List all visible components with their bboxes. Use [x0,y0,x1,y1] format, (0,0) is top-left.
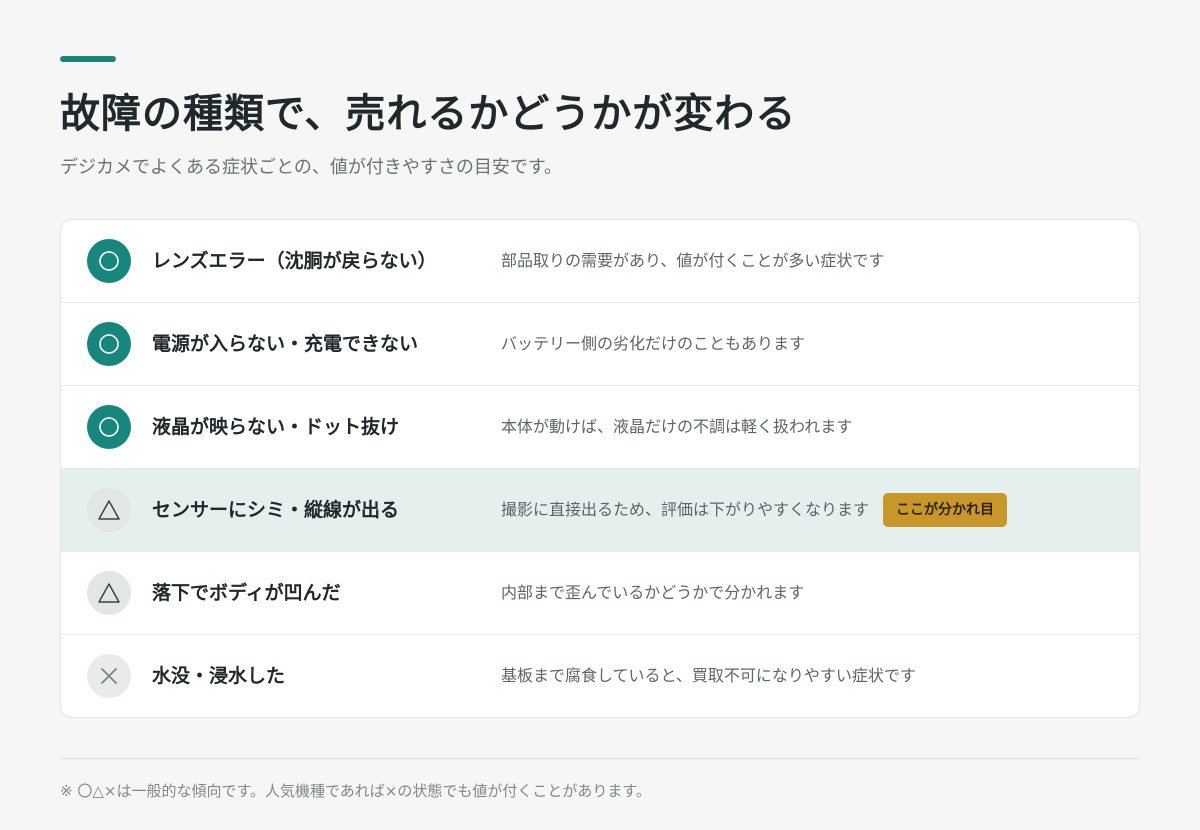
symptom-note: バッテリー側の劣化だけのこともあります [501,334,806,353]
symptom-note-group: 部品取りの需要があり、値が付くことが多い症状です [501,244,884,278]
triangle-icon [98,583,120,603]
page-subtitle: デジカメでよくある症状ごとの、値が付きやすさの目安です。 [60,157,563,178]
title-accent-bar [60,56,116,62]
symptom-row-sensor: センサーにシミ・縦線が出る 撮影に直接出るため、評価は下がりやすくなります ここ… [61,469,1139,552]
symptom-note-group: 基板まで腐食していると、買取不可になりやすい症状です [501,659,916,693]
page-title: 故障の種類で、売れるかどうかが変わる [60,91,797,137]
symptom-row-power: 電源が入らない・充電できない バッテリー側の劣化だけのこともあります [61,303,1139,386]
turning-point-tag: ここが分かれ目 [883,493,1008,527]
symptom-label: センサーにシミ・縦線が出る [152,499,400,521]
symptom-label: 液晶が映らない・ドット抜け [152,416,400,438]
rating-badge-bad [87,654,131,698]
footnote: ※ 〇△×は一般的な傾向です。人気機種であれば×の状態でも値が付くことがあります… [60,782,651,800]
cross-icon [101,668,117,684]
circle-icon [99,417,119,437]
symptom-note: 部品取りの需要があり、値が付くことが多い症状です [501,251,885,270]
symptom-row-dent: 落下でボディが凹んだ 内部まで歪んでいるかどうかで分かれます [61,552,1139,635]
circle-icon [99,251,119,271]
symptom-note: 本体が動けば、液晶だけの不調は軽く扱われます [501,417,853,436]
symptom-label: レンズエラー（沈胴が戻らない） [152,250,437,272]
symptom-label: 落下でボディが凹んだ [152,582,341,604]
symptom-label: 水没・浸水した [152,665,286,687]
symptom-note: 内部まで歪んでいるかどうかで分かれます [501,583,805,602]
rating-badge-good [87,322,131,366]
rating-badge-good [87,405,131,449]
footer-divider [60,758,1140,759]
symptom-note: 基板まで腐食していると、買取不可になりやすい症状です [501,666,916,685]
symptom-row-water: 水没・浸水した 基板まで腐食していると、買取不可になりやすい症状です [61,635,1139,717]
symptom-note-group: 撮影に直接出るため、評価は下がりやすくなります ここが分かれ目 [501,493,1008,527]
symptom-table: レンズエラー（沈胴が戻らない） 部品取りの需要があり、値が付くことが多い症状です… [60,219,1140,718]
symptom-label: 電源が入らない・充電できない [152,333,419,355]
rating-badge-good [87,239,131,283]
circle-icon [99,334,119,354]
rating-badge-mid [87,488,131,532]
symptom-note-group: 内部まで歪んでいるかどうかで分かれます [501,576,804,610]
symptom-row-lcd: 液晶が映らない・ドット抜け 本体が動けば、液晶だけの不調は軽く扱われます [61,386,1139,469]
rating-badge-mid [87,571,131,615]
symptom-note-group: バッテリー側の劣化だけのこともあります [501,327,805,361]
symptom-note-group: 本体が動けば、液晶だけの不調は軽く扱われます [501,410,852,444]
triangle-icon [98,500,120,520]
symptom-note: 撮影に直接出るため、評価は下がりやすくなります [501,500,870,519]
page: 故障の種類で、売れるかどうかが変わる デジカメでよくある症状ごとの、値が付きやす… [0,0,1200,830]
symptom-row-lens-error: レンズエラー（沈胴が戻らない） 部品取りの需要があり、値が付くことが多い症状です [61,220,1139,303]
